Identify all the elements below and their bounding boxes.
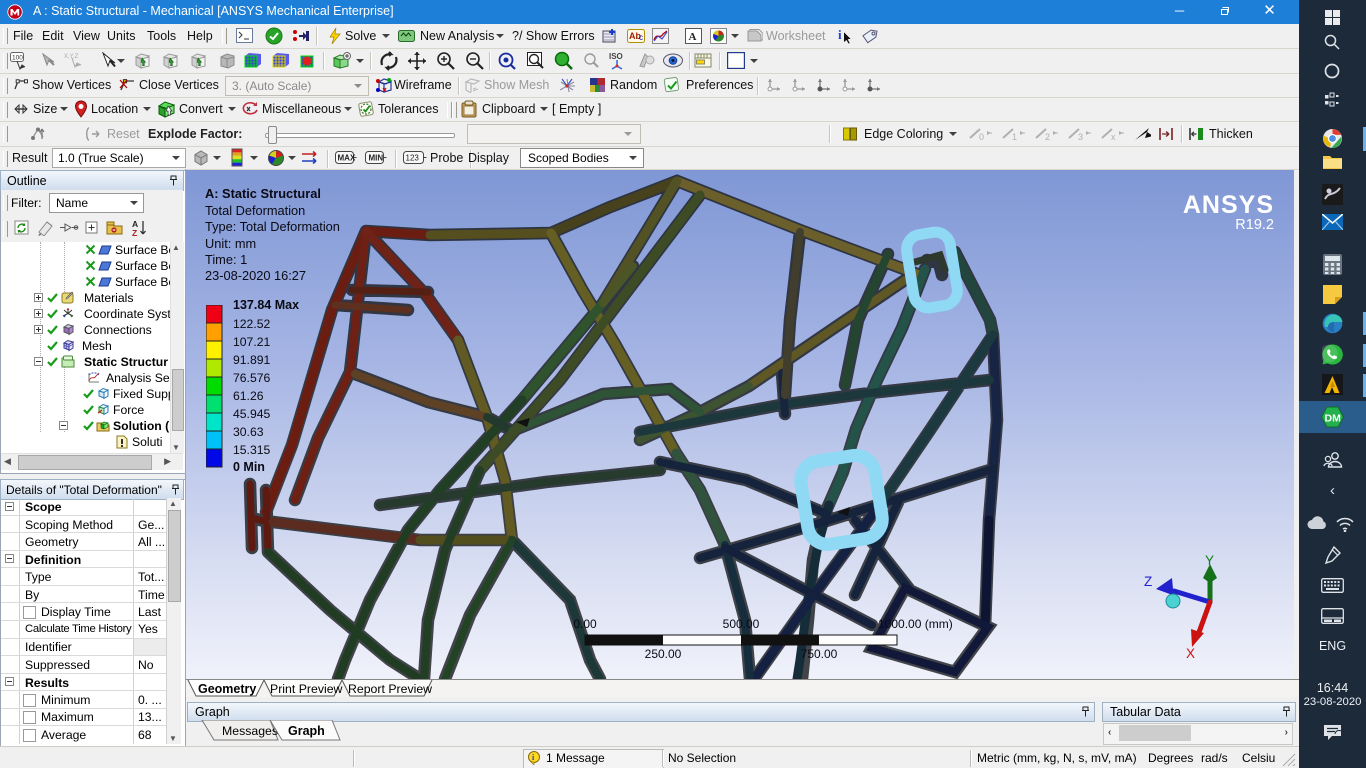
svg-text:c: c xyxy=(639,33,643,42)
svg-text:Report Preview: Report Preview xyxy=(348,682,432,696)
svg-text:0: 0 xyxy=(979,132,984,141)
svg-text:x: x xyxy=(1111,132,1116,141)
svg-text:1: 1 xyxy=(1012,132,1017,141)
svg-text:Graph: Graph xyxy=(288,724,325,738)
svg-text:3: 3 xyxy=(1078,132,1083,141)
svg-text:Z: Z xyxy=(1144,574,1152,589)
svg-text:Messages: Messages xyxy=(222,724,278,738)
svg-text:X: X xyxy=(1186,646,1195,661)
svg-text:A: A xyxy=(689,31,697,43)
svg-text:123: 123 xyxy=(406,154,420,163)
svg-text:250.00: 250.00 xyxy=(645,647,682,661)
svg-text:Print Preview: Print Preview xyxy=(270,682,343,696)
svg-text:X,Y,Z: X,Y,Z xyxy=(64,54,79,60)
svg-text:DM: DM xyxy=(1325,413,1342,425)
svg-text:Y: Y xyxy=(1205,553,1214,568)
svg-text:2: 2 xyxy=(1045,132,1050,141)
svg-text:1000.00 (mm): 1000.00 (mm) xyxy=(878,617,953,631)
svg-text:Geometry: Geometry xyxy=(198,682,256,696)
svg-text:500.00: 500.00 xyxy=(723,617,760,631)
svg-text:MIN: MIN xyxy=(369,154,384,163)
svg-text:0.00: 0.00 xyxy=(573,617,597,631)
svg-text:MAX: MAX xyxy=(338,154,356,163)
svg-text:ISO: ISO xyxy=(609,52,623,61)
svg-text:Z: Z xyxy=(132,228,137,237)
svg-text:750.00: 750.00 xyxy=(801,647,838,661)
svg-text:100: 100 xyxy=(12,55,23,62)
